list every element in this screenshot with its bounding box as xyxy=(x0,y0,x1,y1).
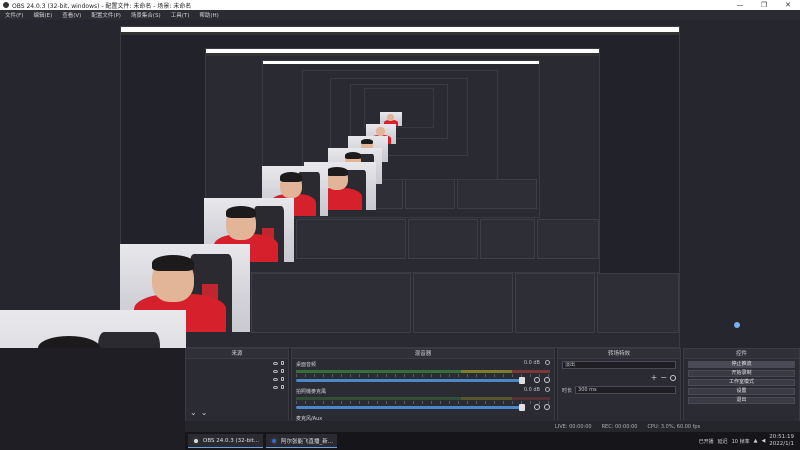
gear-icon[interactable] xyxy=(545,360,550,365)
add-transition-button[interactable]: + xyxy=(651,373,658,382)
exit-button[interactable]: 退出 xyxy=(688,397,795,404)
window-title: OBS 24.0.3 (32-bit, windows) - 配置文件: 未命名… xyxy=(12,2,192,10)
visibility-eye-icon[interactable] xyxy=(273,377,278,381)
mixer-channel-db: 0.0 dB xyxy=(523,387,540,393)
speaker-icon[interactable] xyxy=(534,404,540,410)
stop-streaming-button[interactable]: 停止推流 xyxy=(688,361,795,368)
menu-help[interactable]: 帮助(H) xyxy=(194,11,223,19)
gear-icon[interactable] xyxy=(544,404,550,410)
source-item[interactable] xyxy=(186,383,288,391)
move-up-icon[interactable]: ⌄ xyxy=(190,408,197,417)
source-item[interactable] xyxy=(186,359,288,367)
live-timer: LIVE: 00:00:00 xyxy=(555,423,592,430)
taskbar-obs-button[interactable]: OBS 24.0.3 (32-bit... xyxy=(188,434,264,448)
status-bar: LIVE: 00:00:00 REC: 00:00:00 CPU: 3.0%, … xyxy=(185,421,800,432)
slider-handle[interactable] xyxy=(519,377,525,384)
docks-area: 来源 ⌄ ⌄ 混音器 桌面音频 0.0 dB 拍照機麥克風 0.0 dB 麦克风… xyxy=(185,348,800,432)
slider-handle[interactable] xyxy=(519,404,525,411)
studio-mode-button[interactable]: 工作室模式 xyxy=(688,379,795,386)
volume-meter xyxy=(296,397,550,400)
menu-scene-collection[interactable]: 场景集合(S) xyxy=(126,11,166,19)
rec-timer: REC: 00:00:00 xyxy=(601,423,638,430)
volume-slider[interactable] xyxy=(296,377,525,384)
lock-icon[interactable] xyxy=(281,385,284,389)
volume-icon[interactable]: ◀ xyxy=(761,438,765,444)
lock-icon[interactable] xyxy=(281,377,284,381)
close-button[interactable]: ✕ xyxy=(776,0,800,10)
app-icon xyxy=(270,436,279,445)
volume-slider[interactable] xyxy=(296,404,525,411)
window-titlebar: OBS 24.0.3 (32-bit, windows) - 配置文件: 未命名… xyxy=(0,0,800,10)
webcam-frame-main xyxy=(0,310,186,348)
maximize-button[interactable]: ❐ xyxy=(752,0,776,10)
mixer-channel-name: 桌面音频 xyxy=(296,362,317,368)
preview-canvas[interactable] xyxy=(0,20,800,348)
menu-view[interactable]: 查看(V) xyxy=(57,11,86,19)
cpu-status: CPU: 3.0%, 60.00 fps xyxy=(647,423,701,430)
menu-bar: 文件(F) 编辑(E) 查看(V) 配置文件(P) 场景集合(S) 工具(T) … xyxy=(0,10,800,20)
menu-file[interactable]: 文件(F) xyxy=(0,11,28,19)
clock-time: 20:51:19 xyxy=(769,434,794,440)
menu-profile[interactable]: 配置文件(P) xyxy=(86,11,126,19)
remove-transition-button[interactable]: − xyxy=(660,373,667,382)
visibility-eye-icon[interactable] xyxy=(273,385,278,389)
visibility-eye-icon[interactable] xyxy=(273,361,278,365)
sources-dock-title: 来源 xyxy=(186,349,288,359)
mouse-cursor-icon xyxy=(734,322,740,328)
meter-ticks xyxy=(296,374,550,377)
meter-ticks xyxy=(296,401,550,404)
lock-icon[interactable] xyxy=(281,369,284,373)
obs-logo-icon xyxy=(192,436,200,445)
obs-logo-icon xyxy=(3,2,9,8)
volume-meter xyxy=(296,370,550,373)
speaker-icon[interactable] xyxy=(534,377,540,383)
mixer-dock: 混音器 桌面音频 0.0 dB 拍照機麥克風 0.0 dB 麦克风/Aux xyxy=(291,348,555,432)
gear-icon[interactable] xyxy=(544,377,550,383)
menu-edit[interactable]: 编辑(E) xyxy=(28,11,57,19)
source-order-controls: ⌄ ⌄ xyxy=(190,408,207,417)
start-recording-button[interactable]: 开始录制 xyxy=(688,370,795,377)
mixer-channel-name: 拍照機麥克風 xyxy=(296,389,327,395)
duration-label: 时长 xyxy=(562,387,573,394)
sources-dock: 来源 ⌄ ⌄ xyxy=(185,348,289,432)
window-controls: — ❐ ✕ xyxy=(728,0,800,10)
gear-icon[interactable] xyxy=(545,387,550,392)
menu-tools[interactable]: 工具(T) xyxy=(166,11,195,19)
controls-dock-title: 控件 xyxy=(684,349,799,359)
move-down-icon[interactable]: ⌄ xyxy=(201,408,208,417)
network-icon[interactable]: ▲ xyxy=(754,438,758,444)
minimize-button[interactable]: — xyxy=(728,0,752,10)
mixer-channel-camera-mic: 拍照機麥克風 0.0 dB xyxy=(292,386,554,413)
source-item[interactable] xyxy=(186,375,288,383)
mixer-channel-db: 0.0 dB xyxy=(523,360,540,366)
transition-select[interactable]: 淡出 xyxy=(562,361,676,369)
controls-dock: 控件 停止推流 开始录制 工作室模式 设置 退出 xyxy=(683,348,800,432)
tray-badge: 10 帧率 xyxy=(731,438,750,445)
duration-input[interactable]: 300 ms xyxy=(575,386,676,394)
visibility-eye-icon[interactable] xyxy=(273,369,278,373)
mixer-channel-desktop: 桌面音频 0.0 dB xyxy=(292,359,554,386)
system-tray: 已开播 延迟 10 帧率 ▲ ◀ 20:51:19 2022/1/1 xyxy=(699,432,794,450)
taskbar-app-button[interactable]: 阿尔张能飞直播_新... xyxy=(266,434,338,448)
taskbar-obs-label: OBS 24.0.3 (32-bit... xyxy=(203,437,260,444)
taskbar: OBS 24.0.3 (32-bit... 阿尔张能飞直播_新... 已开播 延… xyxy=(185,432,800,450)
tray-text: 延迟 xyxy=(717,438,728,445)
taskbar-app-label: 阿尔张能飞直播_新... xyxy=(281,438,334,445)
transitions-dock: 转场特效 淡出 + − 时长 300 ms xyxy=(557,348,681,432)
transitions-dock-title: 转场特效 xyxy=(558,349,680,359)
clock-date: 2022/1/1 xyxy=(769,441,794,447)
mixer-dock-title: 混音器 xyxy=(292,349,554,359)
lock-icon[interactable] xyxy=(281,361,284,365)
settings-button[interactable]: 设置 xyxy=(688,388,795,395)
gear-icon[interactable] xyxy=(670,374,676,381)
clock[interactable]: 20:51:19 2022/1/1 xyxy=(769,434,794,448)
tray-note: 已开播 xyxy=(698,438,714,445)
source-item[interactable] xyxy=(186,367,288,375)
